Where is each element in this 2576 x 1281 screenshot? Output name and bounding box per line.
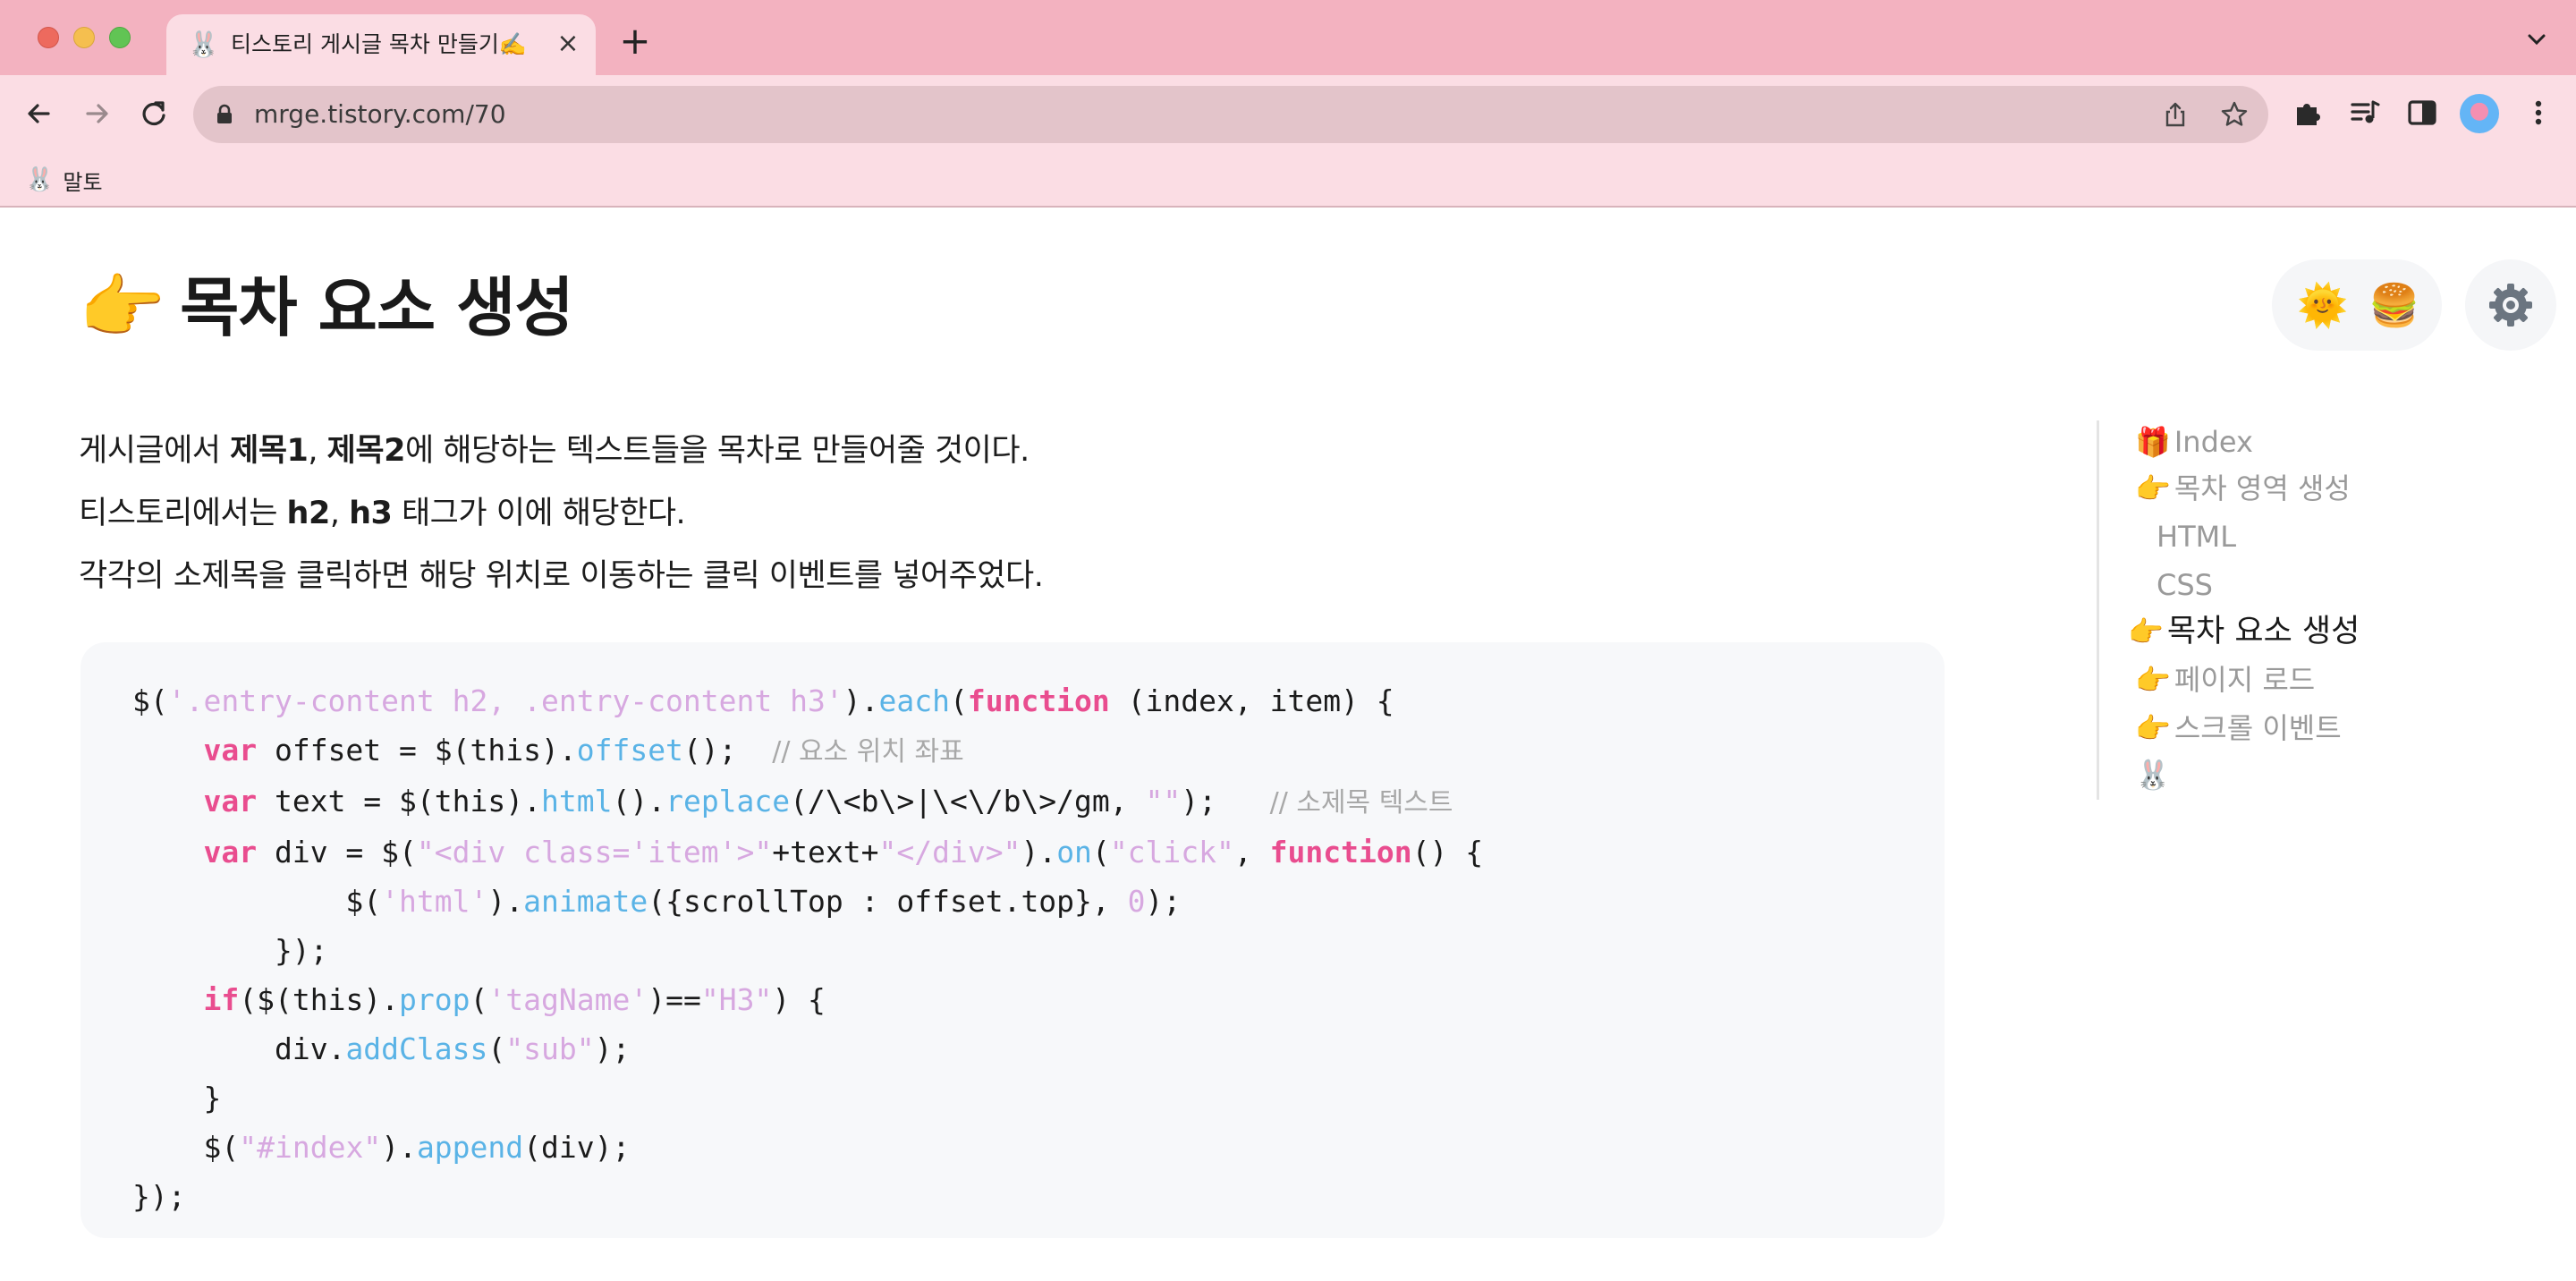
- tab-search-chevron-icon[interactable]: [2524, 27, 2549, 52]
- pointing-hand-icon: 👉: [79, 267, 166, 348]
- code-comment: // 소제목 텍스트: [1269, 787, 1453, 819]
- code-line: });: [132, 933, 328, 968]
- code-line: var text = $(this).html().replace(/\<b\>…: [203, 784, 1453, 819]
- toc-item-page-load[interactable]: 👉 페이지 로드: [2135, 658, 2315, 701]
- tab-favicon-icon: 🐰: [188, 30, 219, 59]
- bookmarks-bar: 🐰 말토: [0, 152, 2576, 208]
- code-comment: // 요소 위치 좌표: [772, 736, 964, 768]
- code-line: div.addClass("sub");: [274, 1031, 631, 1066]
- toc-item-scroll-event[interactable]: 👉 스크롤 이벤트: [2135, 707, 2342, 750]
- body-paragraph: 게시글에서 제목1, 제목2에 해당하는 텍스트들을 목차로 만들어줄 것이다.: [79, 433, 1030, 469]
- code-line: if($(this).prop('tagName')=="H3") {: [203, 982, 826, 1017]
- close-window-button[interactable]: [38, 27, 59, 48]
- toc-item-html[interactable]: HTML: [2157, 515, 2236, 558]
- sun-icon[interactable]: 🌞: [2297, 281, 2348, 329]
- toc-item-index[interactable]: 🎁 Index: [2135, 420, 2253, 463]
- gift-icon: 🎁: [2135, 425, 2171, 459]
- toc-bunny-footer: 🐰: [2135, 753, 2171, 796]
- code-line: });: [132, 1179, 186, 1214]
- profile-avatar[interactable]: [2460, 94, 2499, 133]
- settings-button[interactable]: [2465, 259, 2556, 351]
- pointing-hand-icon: 👉: [2128, 615, 2164, 649]
- extensions-icon[interactable]: [2290, 95, 2326, 131]
- menu-icon[interactable]: [2521, 95, 2556, 131]
- toc-item-elements-active[interactable]: 👉 목차 요소 생성: [2128, 610, 2360, 653]
- pointing-hand-icon: 👉: [2135, 471, 2171, 505]
- pointing-hand-icon: 👉: [2135, 711, 2171, 745]
- code-line: }: [132, 1081, 222, 1116]
- theme-toggle[interactable]: 🌞 🍔: [2272, 259, 2442, 351]
- code-block: $('.entry-content h2, .entry-content h3'…: [80, 642, 1945, 1238]
- code-line: var offset = $(this).offset(); // 요소 위치 …: [203, 733, 964, 768]
- browser-toolbar: mrge.tistory.com/70: [0, 75, 2576, 152]
- browser-tab-active[interactable]: 🐰 티스토리 게시글 목차 만들기✍️ ×: [166, 14, 596, 75]
- address-bar[interactable]: mrge.tistory.com/70: [193, 86, 2268, 143]
- forward-icon[interactable]: [77, 94, 116, 133]
- pointing-hand-icon: 👉: [2135, 663, 2171, 697]
- zoom-window-button[interactable]: [109, 27, 131, 48]
- section-heading: 👉 목차 요소 생성: [79, 263, 574, 352]
- reload-icon[interactable]: [134, 94, 174, 133]
- code-text[interactable]: $('.entry-content h2, .entry-content h3'…: [132, 676, 1483, 1221]
- bunny-icon: 🐰: [2135, 758, 2171, 792]
- lock-icon[interactable]: [215, 104, 234, 129]
- side-panel-icon[interactable]: [2404, 95, 2440, 131]
- media-icon[interactable]: [2347, 95, 2383, 131]
- burger-icon[interactable]: 🍔: [2368, 281, 2419, 329]
- body-paragraph: 티스토리에서는 h2, h3 태그가 이에 해당한다.: [79, 496, 686, 531]
- toc-item-area[interactable]: 👉 목차 영역 생성: [2135, 467, 2351, 510]
- body-paragraph: 각각의 소제목을 클릭하면 해당 위치로 이동하는 클릭 이벤트를 넣어주었다.: [79, 558, 1044, 594]
- section-heading-text: 목차 요소 생성: [180, 270, 574, 345]
- share-icon[interactable]: [2161, 100, 2190, 129]
- bunny-icon: 🐰: [25, 166, 55, 193]
- url-text[interactable]: mrge.tistory.com/70: [254, 98, 506, 131]
- tab-title: 티스토리 게시글 목차 만들기✍️: [231, 31, 527, 57]
- code-line: $("#index").append(div);: [203, 1130, 631, 1165]
- gear-icon: [2489, 284, 2532, 327]
- bookmark-label: 말토: [63, 169, 103, 195]
- page-content: 👉 목차 요소 생성 🌞 🍔 게시글에서 제목1, 제목2에 해당하는 텍스트들…: [0, 209, 2576, 1281]
- tab-close-icon[interactable]: ×: [553, 29, 583, 59]
- star-icon[interactable]: [2220, 100, 2249, 129]
- new-tab-button[interactable]: +: [617, 22, 653, 60]
- tab-strip: 🐰 티스토리 게시글 목차 만들기✍️ × +: [0, 0, 2576, 75]
- code-line: $('html').animate({scrollTop : offset.to…: [345, 884, 1182, 919]
- bookmark-item[interactable]: 🐰 말토: [25, 165, 103, 195]
- toc-item-css[interactable]: CSS: [2157, 564, 2213, 607]
- table-of-contents: 🎁 Index 👉 목차 영역 생성 HTML CSS 👉 목차 요소 생성 👉…: [2097, 420, 2454, 800]
- minimize-window-button[interactable]: [73, 27, 95, 48]
- code-line: var div = $("<div class='item'>"+text+"<…: [203, 835, 1484, 870]
- back-icon[interactable]: [20, 94, 59, 133]
- code-line: $('.entry-content h2, .entry-content h3'…: [132, 683, 1394, 718]
